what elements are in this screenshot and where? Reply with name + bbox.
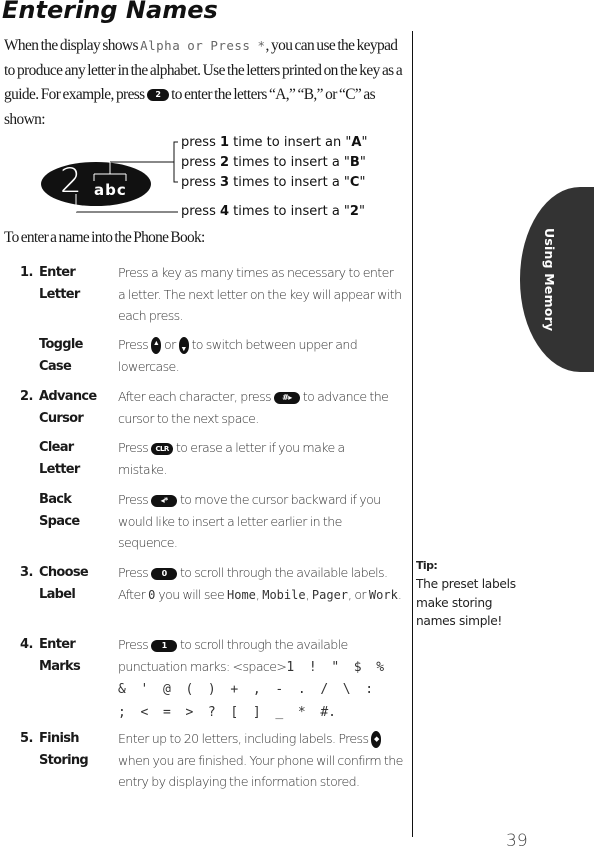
step-description: Enter up to 20 letters, including labels…	[118, 731, 403, 790]
step-label: Enter Letter	[39, 265, 80, 302]
step-description: Press 0 to scroll through the available …	[118, 565, 402, 602]
step-label: Toggle Case	[39, 337, 83, 374]
step-number: 4.	[20, 637, 33, 652]
key-digit: 2	[60, 161, 82, 201]
pound-forward-key-icon: #▸	[273, 391, 300, 404]
section-subhead: To enter a name into the Phone Book:	[4, 229, 205, 246]
column-divider	[412, 31, 413, 837]
step-description: Press ▲ or ▼ to switch between upper and…	[118, 337, 358, 374]
page-number: 39	[506, 831, 528, 851]
step-description: Press ◂* to move the cursor backward if …	[118, 492, 381, 551]
section-tab-label: Using Memory	[542, 228, 557, 332]
lcd-display-text: Alpha or Press *	[140, 38, 266, 53]
step-number: 2.	[20, 389, 33, 404]
callout-4: press 4 times to insert a "2"	[181, 204, 365, 219]
clr-key-icon: CLR	[151, 442, 174, 455]
key-diagram: 2 abc press 1 time to insert an "A" pres…	[30, 134, 390, 224]
page-title: Entering Names	[2, 0, 218, 24]
intro-text-1: When the display shows	[4, 37, 141, 54]
step-number: 5.	[20, 731, 33, 746]
step-label: Finish Storing	[39, 731, 89, 768]
key-2-icon: 2	[146, 89, 169, 102]
tip-title: Tip:	[416, 559, 438, 572]
callout-1: press 1 time to insert an "A"	[181, 135, 368, 150]
bracket-callouts	[173, 141, 178, 183]
step-label: Enter Marks	[39, 637, 81, 674]
star-back-key-icon: ◂*	[151, 494, 178, 507]
tip-line: make storing	[416, 595, 493, 610]
section-tab	[520, 187, 594, 372]
lcd-work: Work	[368, 587, 398, 602]
key-0-icon: 0	[151, 567, 178, 580]
down-arrow-key-icon: ▼	[178, 337, 189, 354]
lcd-pager: Pager	[311, 587, 349, 602]
callout-3: press 3 times to insert a "C"	[181, 175, 366, 190]
tip-line: names simple!	[416, 614, 503, 629]
up-arrow-key-icon: ▲	[151, 337, 162, 354]
step-description: Press a key as many times as necessary t…	[118, 265, 402, 324]
step-description: After each character, press #▸ to advanc…	[118, 389, 389, 426]
step-description: Press 1 to scroll through the available …	[118, 637, 385, 721]
step-description: Press CLR to erase a letter if you make …	[118, 440, 345, 477]
key-1-icon: 1	[151, 639, 178, 652]
step-label: Back Space	[39, 492, 80, 529]
callout-2: press 2 times to insert a "B"	[181, 155, 366, 170]
step-number: 1.	[20, 265, 33, 280]
intro-paragraph: When the display shows Alpha or Press *,…	[4, 34, 408, 132]
key-letters: abc	[94, 181, 127, 199]
step-label: Advance Cursor	[39, 389, 97, 426]
step-label: Choose Label	[39, 565, 89, 602]
step-label: Clear Letter	[39, 440, 80, 477]
lcd-home: Home	[227, 587, 256, 602]
lcd-mobile: Mobile	[262, 587, 306, 602]
tip-box: Tip: The preset labels make storing name…	[416, 557, 516, 631]
ok-key-icon: ◆	[371, 731, 382, 748]
step-number: 3.	[20, 565, 33, 580]
tip-line: The preset labels	[416, 577, 516, 592]
